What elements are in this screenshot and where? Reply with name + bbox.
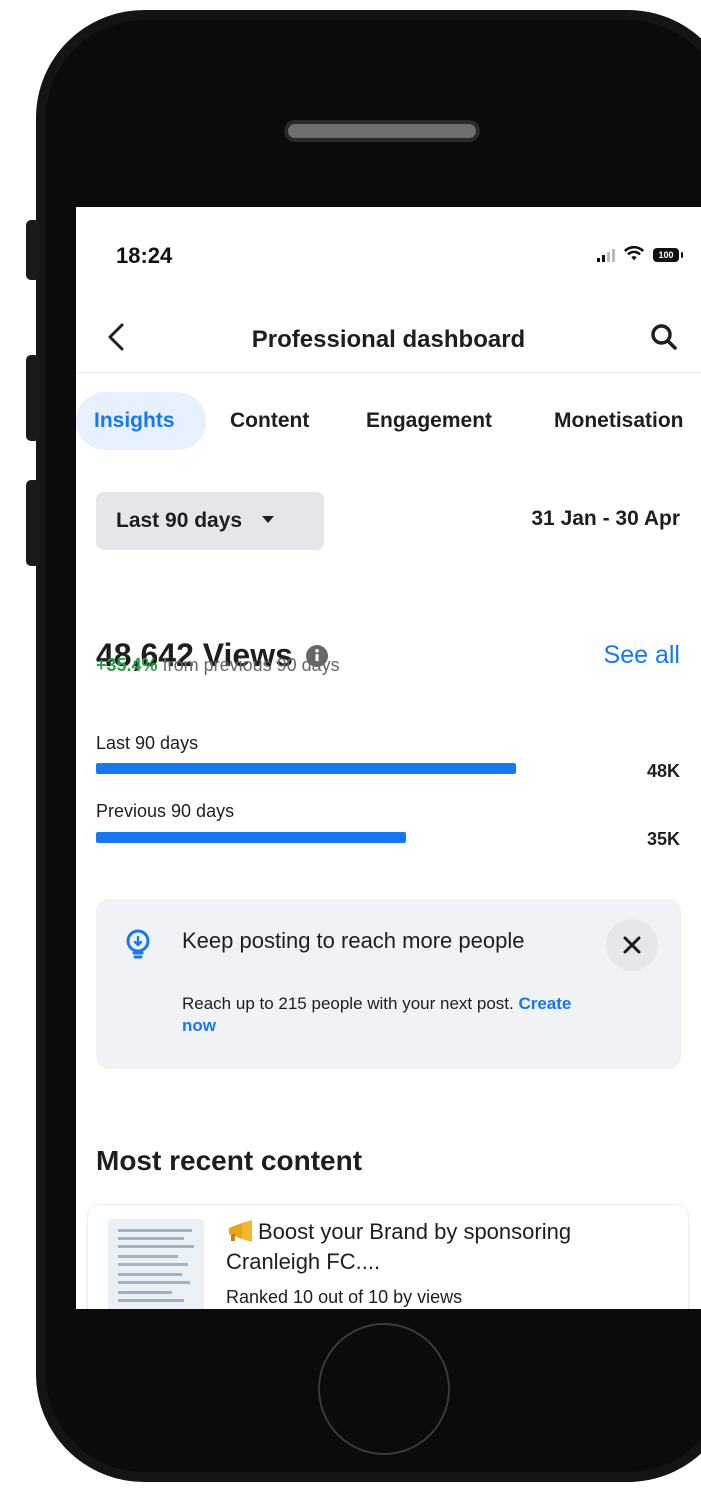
tab-engagement[interactable]: Engagement — [360, 392, 498, 450]
tip-body-text: Reach up to 215 people with your next po… — [182, 994, 514, 1013]
earpiece-speaker — [284, 120, 480, 142]
battery-icon: 100 — [653, 248, 683, 262]
views-delta-suffix: from previous 90 days — [162, 655, 340, 675]
wifi-icon — [623, 245, 645, 261]
close-icon — [623, 936, 641, 954]
date-range-label: Last 90 days — [116, 509, 243, 532]
bar-value-previous: 35K — [646, 829, 680, 849]
bar-current-period — [96, 763, 516, 774]
volume-down-button — [26, 480, 40, 566]
close-tip-button[interactable] — [606, 919, 658, 971]
bar-value-current: 48K — [646, 761, 680, 781]
content-item[interactable]: Boost your Brand by sponsoring Cranleigh… — [88, 1205, 688, 1309]
tip-body: Reach up to 215 people with your next po… — [182, 993, 592, 1037]
post-title-text: Boost your Brand by sponsoring Cranleigh… — [226, 1219, 572, 1274]
status-icons: 100 — [597, 244, 683, 262]
tab-monetisation[interactable]: Monetisation — [548, 392, 690, 450]
megaphone-icon — [229, 1220, 252, 1242]
app-screen: 18:24 100 Professional dashboard Insight… — [76, 207, 701, 1309]
status-time: 18:24 — [116, 243, 173, 268]
post-rank: Ranked 10 out of 10 by views — [226, 1287, 463, 1307]
home-button[interactable] — [318, 1323, 450, 1455]
views-delta: +35.4% — [96, 655, 158, 675]
date-range-dropdown[interactable]: Last 90 days — [96, 492, 324, 550]
lightbulb-icon — [126, 929, 150, 959]
mute-switch — [26, 220, 40, 280]
search-icon[interactable] — [649, 322, 679, 352]
top-nav-bar: Professional dashboard — [76, 302, 701, 373]
bar-label-current: Last 90 days — [96, 733, 199, 753]
tip-card: Keep posting to reach more people Reach … — [96, 899, 681, 1069]
caret-down-icon — [261, 515, 274, 523]
views-delta-line: +35.4% from previous 90 days — [96, 655, 340, 676]
tab-content[interactable]: Content — [224, 392, 315, 450]
date-range-text: 31 Jan - 30 Apr — [531, 507, 680, 530]
tab-insights[interactable]: Insights — [76, 392, 206, 450]
volume-up-button — [26, 355, 40, 441]
signal-icon — [597, 246, 615, 262]
post-title: Boost your Brand by sponsoring Cranleigh… — [226, 1217, 666, 1277]
see-all-link[interactable]: See all — [604, 641, 680, 670]
bar-previous-period — [96, 832, 406, 843]
bar-label-previous: Previous 90 days — [96, 801, 235, 821]
section-title-recent: Most recent content — [96, 1145, 363, 1176]
post-thumbnail — [108, 1219, 204, 1309]
tip-title: Keep posting to reach more people — [182, 928, 525, 953]
page-title: Professional dashboard — [251, 326, 526, 353]
